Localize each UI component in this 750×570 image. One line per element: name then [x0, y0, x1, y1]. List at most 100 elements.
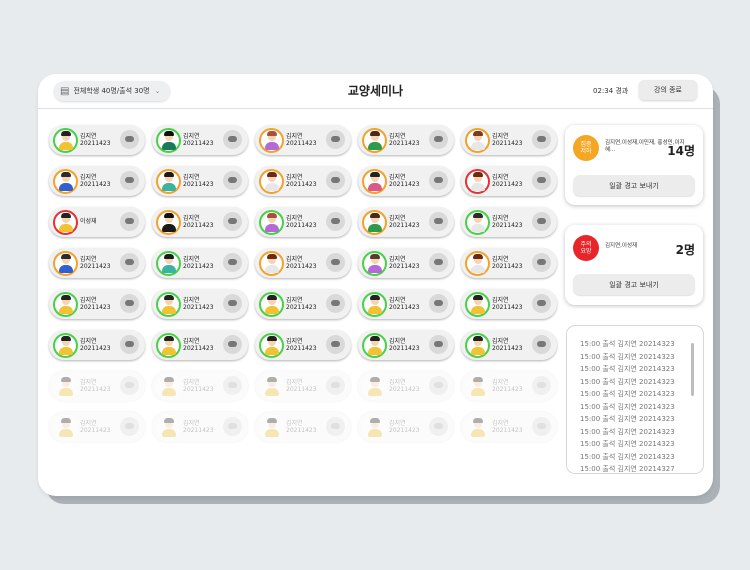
- student-card[interactable]: 김지연 20211423: [49, 330, 145, 360]
- student-id: 20211423: [389, 386, 420, 393]
- message-button[interactable]: [120, 130, 139, 149]
- student-card[interactable]: 김지연 20211423: [461, 412, 557, 442]
- student-avatar: [53, 251, 78, 276]
- message-button[interactable]: [429, 253, 448, 272]
- attention-badge: 주의 요망: [573, 235, 599, 261]
- chat-bubble-icon: [228, 218, 237, 224]
- student-name: 김지연: [492, 256, 509, 263]
- student-name: 김지연: [389, 133, 406, 140]
- attention-warning-button[interactable]: 일괄 경고 보내기: [573, 274, 695, 295]
- message-button[interactable]: [326, 130, 345, 149]
- message-button[interactable]: [223, 171, 242, 190]
- message-button[interactable]: [532, 376, 551, 395]
- message-button[interactable]: [223, 417, 242, 436]
- student-card[interactable]: 김지연 20211423: [152, 371, 248, 401]
- message-button[interactable]: [120, 294, 139, 313]
- student-card[interactable]: 김지연 20211423: [152, 207, 248, 237]
- student-card[interactable]: 김지연 20211423: [461, 330, 557, 360]
- student-name: 김지연: [492, 420, 509, 427]
- message-button[interactable]: [429, 130, 448, 149]
- message-button[interactable]: [120, 253, 139, 272]
- student-card[interactable]: 김지연 20211423: [49, 412, 145, 442]
- message-button[interactable]: [223, 130, 242, 149]
- student-name: 김지연: [80, 379, 97, 386]
- message-button[interactable]: [532, 335, 551, 354]
- student-card[interactable]: 김지연 20211423: [49, 289, 145, 319]
- student-card[interactable]: 김지연 20211423: [461, 248, 557, 278]
- focus-drop-panel: 집중 저하 김지연,이성재,이민재, 홍성민,이지혜... 14명 일괄 경고 …: [565, 125, 703, 205]
- student-card[interactable]: 김지연 20211423: [255, 412, 351, 442]
- message-button[interactable]: [532, 294, 551, 313]
- message-button[interactable]: [223, 376, 242, 395]
- student-id: 20211423: [492, 222, 523, 229]
- student-card[interactable]: 김지연 20211423: [255, 371, 351, 401]
- message-button[interactable]: [326, 376, 345, 395]
- student-card[interactable]: 김지연 20211423: [49, 166, 145, 196]
- student-card[interactable]: 김지연 20211423: [358, 289, 454, 319]
- student-card[interactable]: 김지연 20211423: [358, 371, 454, 401]
- student-card[interactable]: 김지연 20211423: [49, 248, 145, 278]
- message-button[interactable]: [429, 376, 448, 395]
- message-button[interactable]: [120, 171, 139, 190]
- student-card[interactable]: 김지연 20211423: [358, 412, 454, 442]
- student-card[interactable]: 김지연 20211423: [358, 166, 454, 196]
- message-button[interactable]: [429, 212, 448, 231]
- message-button[interactable]: [326, 294, 345, 313]
- focus-warning-button[interactable]: 일괄 경고 보내기: [573, 175, 695, 196]
- message-button[interactable]: [326, 253, 345, 272]
- message-button[interactable]: [429, 417, 448, 436]
- message-button[interactable]: [532, 171, 551, 190]
- message-button[interactable]: [120, 212, 139, 231]
- student-card[interactable]: 김지연 20211423: [255, 166, 351, 196]
- student-card[interactable]: 김지연 20211423: [49, 371, 145, 401]
- message-button[interactable]: [326, 171, 345, 190]
- student-card[interactable]: 김지연 20211423: [255, 289, 351, 319]
- student-card[interactable]: 김지연 20211423: [461, 289, 557, 319]
- student-card[interactable]: 김지연 20211423: [255, 125, 351, 155]
- message-button[interactable]: [532, 417, 551, 436]
- student-card[interactable]: 김지연 20211423: [461, 371, 557, 401]
- attendance-log[interactable]: 15:00 출석 김지연 20214323 15:00 출석 김지연 202143…: [566, 325, 704, 474]
- message-button[interactable]: [326, 335, 345, 354]
- message-button[interactable]: [223, 294, 242, 313]
- student-card[interactable]: 김지연 20211423: [152, 166, 248, 196]
- message-button[interactable]: [326, 417, 345, 436]
- student-card[interactable]: 김지연 20211423: [152, 125, 248, 155]
- log-scrollbar[interactable]: [691, 343, 694, 396]
- student-card[interactable]: 김지연 20211423: [152, 412, 248, 442]
- student-avatar: [362, 251, 387, 276]
- message-button[interactable]: [120, 376, 139, 395]
- student-card[interactable]: 김지연 20211423: [461, 207, 557, 237]
- student-id: 20211423: [80, 386, 111, 393]
- student-card[interactable]: 김지연 20211423: [358, 125, 454, 155]
- student-card[interactable]: 김지연 20211423: [152, 289, 248, 319]
- chat-bubble-icon: [125, 218, 134, 224]
- student-card[interactable]: 김지연 20211423: [461, 166, 557, 196]
- student-card[interactable]: 김지연 20211423: [358, 248, 454, 278]
- student-card[interactable]: 김지연 20211423: [152, 248, 248, 278]
- message-button[interactable]: [223, 253, 242, 272]
- message-button[interactable]: [429, 335, 448, 354]
- student-card[interactable]: 김지연 20211423: [255, 207, 351, 237]
- message-button[interactable]: [532, 212, 551, 231]
- message-button[interactable]: [326, 212, 345, 231]
- student-name: 김지연: [492, 215, 509, 222]
- message-button[interactable]: [120, 335, 139, 354]
- message-button[interactable]: [532, 130, 551, 149]
- student-card[interactable]: 김지연 20211423: [461, 125, 557, 155]
- message-button[interactable]: [532, 253, 551, 272]
- message-button[interactable]: [429, 171, 448, 190]
- student-card[interactable]: 김지연 20211423: [358, 207, 454, 237]
- student-card[interactable]: 김지연 20211423: [152, 330, 248, 360]
- message-button[interactable]: [223, 212, 242, 231]
- student-card[interactable]: 김지연 20211423: [49, 125, 145, 155]
- student-card[interactable]: 이성재: [49, 207, 145, 237]
- chat-bubble-icon: [434, 218, 443, 224]
- end-lecture-button[interactable]: 강의 종료: [639, 80, 697, 100]
- student-card[interactable]: 김지연 20211423: [255, 330, 351, 360]
- message-button[interactable]: [120, 417, 139, 436]
- student-card[interactable]: 김지연 20211423: [358, 330, 454, 360]
- student-card[interactable]: 김지연 20211423: [255, 248, 351, 278]
- message-button[interactable]: [429, 294, 448, 313]
- message-button[interactable]: [223, 335, 242, 354]
